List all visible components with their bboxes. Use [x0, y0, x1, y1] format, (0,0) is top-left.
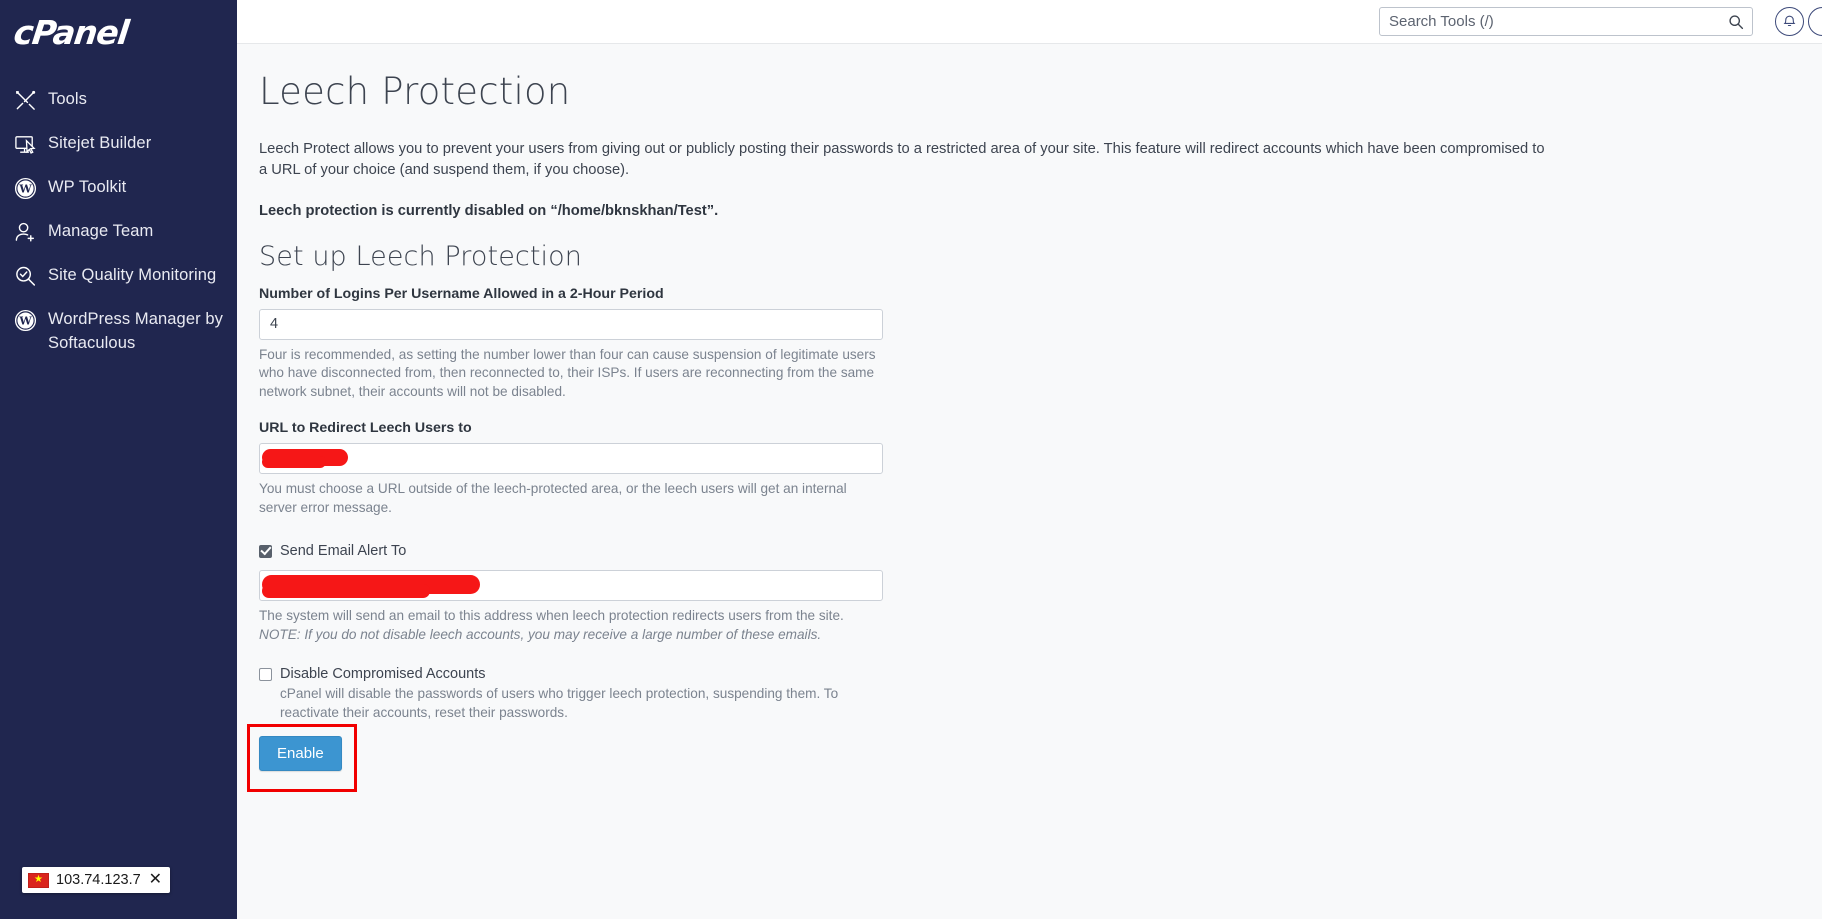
cpanel-logo[interactable]: cPanel — [0, 0, 237, 66]
enable-button-zone: Enable — [247, 724, 369, 793]
disable-accounts-label[interactable]: Disable Compromised Accounts — [280, 666, 486, 682]
main-region: Leech Protection Leech Protect allows yo… — [237, 0, 1822, 919]
email-alert-field-group: Send Email Alert To The system will send… — [259, 543, 1822, 644]
sidebar-item-site-quality-monitoring[interactable]: Site Quality Monitoring — [0, 254, 237, 298]
sidebar-item-label: Manage Team — [48, 222, 154, 240]
redirect-url-input[interactable] — [259, 443, 883, 475]
sidebar-item-sitejet-builder[interactable]: Sitejet Builder — [0, 122, 237, 166]
sidebar-item-label: Sitejet Builder — [48, 134, 152, 152]
sidebar-item-manage-team[interactable]: Manage Team — [0, 210, 237, 254]
sidebar-item-label: Tools — [48, 90, 88, 108]
search-icon[interactable] — [1728, 14, 1744, 30]
cpanel-app: cPanel Tools Sitejet Builder W WP Toolki… — [0, 0, 1822, 919]
notifications-button[interactable] — [1775, 7, 1804, 36]
svg-text:W: W — [18, 315, 32, 328]
sidebar-item-tools[interactable]: Tools — [0, 78, 237, 122]
user-avatar[interactable] — [1808, 7, 1822, 36]
enable-button[interactable]: Enable — [259, 736, 342, 772]
user-plus-icon — [14, 220, 48, 245]
search-box[interactable] — [1379, 7, 1753, 36]
redirect-url-help-text: You must choose a URL outside of the lee… — [259, 481, 847, 515]
sidebar-nav: Tools Sitejet Builder W WP Toolkit Manag… — [0, 78, 237, 364]
sidebar: cPanel Tools Sitejet Builder W WP Toolki… — [0, 0, 237, 919]
cpanel-logo-text: cPanel — [11, 13, 131, 52]
redirect-url-label: URL to Redirect Leech Users to — [259, 420, 472, 437]
logins-help-text: Four is recommended, as setting the numb… — [259, 346, 876, 399]
email-alert-label[interactable]: Send Email Alert To — [280, 543, 406, 559]
disable-accounts-checkbox[interactable] — [259, 667, 272, 681]
sidebar-item-label: WordPress Manager by Softaculous — [48, 310, 224, 352]
close-icon[interactable]: ✕ — [148, 872, 163, 888]
wordpress-icon: W — [14, 176, 48, 201]
email-alert-checkbox[interactable] — [259, 544, 272, 558]
ip-address-text: 103.74.123.7 — [56, 872, 141, 888]
disable-accounts-group: Disable Compromised Accounts cPanel will… — [259, 666, 1822, 722]
content-area: Leech Protection Leech Protect allows yo… — [237, 43, 1822, 919]
tools-icon — [14, 88, 48, 113]
email-alert-check-row[interactable]: Send Email Alert To — [259, 543, 1822, 559]
email-alert-help-line: The system will send an email to this ad… — [259, 608, 844, 624]
intro-description: Leech Protect allows you to prevent your… — [259, 140, 1545, 178]
sidebar-item-wp-toolkit[interactable]: W WP Toolkit — [0, 166, 237, 210]
search-input[interactable] — [1380, 8, 1752, 35]
redirect-url-input-wrap — [259, 443, 883, 475]
ip-status-bar[interactable]: ★ 103.74.123.7 ✕ — [22, 867, 171, 893]
section-title: Set up Leech Protection — [259, 240, 582, 272]
sidebar-item-label: Site Quality Monitoring — [48, 266, 217, 284]
email-alert-input-wrap — [259, 570, 883, 602]
page-title: Leech Protection — [259, 70, 571, 113]
magnifier-check-icon — [14, 264, 48, 289]
redaction-mark — [262, 456, 326, 469]
logins-field-group: Number of Logins Per Username Allowed in… — [259, 286, 1822, 402]
disable-accounts-check-row[interactable]: Disable Compromised Accounts — [259, 666, 1822, 682]
monitor-cursor-icon — [14, 132, 48, 157]
disable-accounts-help-text: cPanel will disable the passwords of use… — [280, 686, 839, 720]
sidebar-item-label: WP Toolkit — [48, 178, 127, 196]
sidebar-item-wordpress-manager[interactable]: W WordPress Manager by Softaculous — [0, 298, 237, 364]
status-message: Leech protection is currently disabled o… — [259, 202, 719, 219]
logins-label: Number of Logins Per Username Allowed in… — [259, 285, 664, 302]
email-alert-help-note: NOTE: If you do not disable leech accoun… — [259, 626, 822, 642]
wordpress-icon: W — [14, 308, 48, 333]
top-bar — [237, 0, 1822, 43]
redirect-url-field-group: URL to Redirect Leech Users to You must … — [259, 420, 1822, 517]
email-alert-help-text: The system will send an email to this ad… — [259, 607, 879, 644]
redaction-mark — [262, 584, 430, 599]
svg-text:W: W — [18, 183, 32, 196]
logins-input[interactable] — [259, 308, 883, 340]
vietnam-flag-icon: ★ — [28, 872, 49, 888]
